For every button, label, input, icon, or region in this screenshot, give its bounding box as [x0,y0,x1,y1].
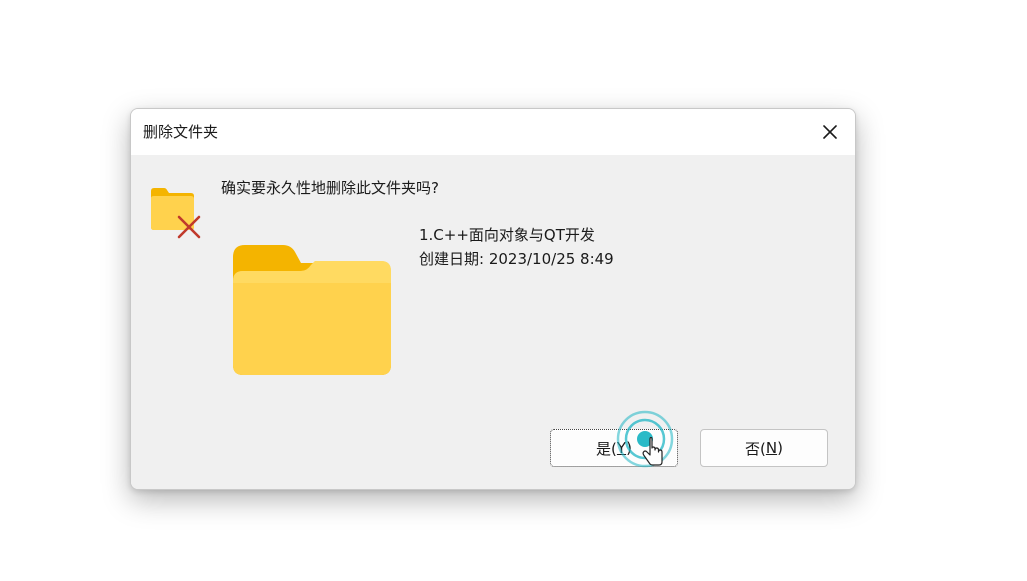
file-name: 1.C++面向对象与QT开发 [419,226,595,244]
close-icon [823,125,837,139]
yes-button-suffix: ) [626,439,632,457]
yes-button[interactable]: 是(Y) [550,429,678,467]
confirm-question: 确实要永久性地删除此文件夹吗? [221,179,439,197]
folder-delete-icon [149,183,205,243]
yes-button-accel: Y [616,439,627,457]
no-button-accel: N [765,439,778,457]
close-button[interactable] [815,117,845,147]
no-button[interactable]: 否(N) [700,429,828,467]
yes-button-label: 是( [596,439,617,458]
no-button-label: 否( [745,439,766,458]
created-date: 创建日期: 2023/10/25 8:49 [419,250,614,268]
dialog-title: 删除文件夹 [143,123,219,141]
dialog-titlebar: 删除文件夹 [131,109,855,155]
folder-icon [231,243,393,381]
delete-folder-dialog: 删除文件夹 确实要永久性地删除此文件夹吗? 1.C++面向对象与QT开发 创建日… [130,108,856,490]
dialog-content: 确实要永久性地删除此文件夹吗? 1.C++面向对象与QT开发 创建日期: 202… [131,155,855,489]
no-button-suffix: ) [777,439,783,457]
file-info: 1.C++面向对象与QT开发 创建日期: 2023/10/25 8:49 [419,223,614,271]
